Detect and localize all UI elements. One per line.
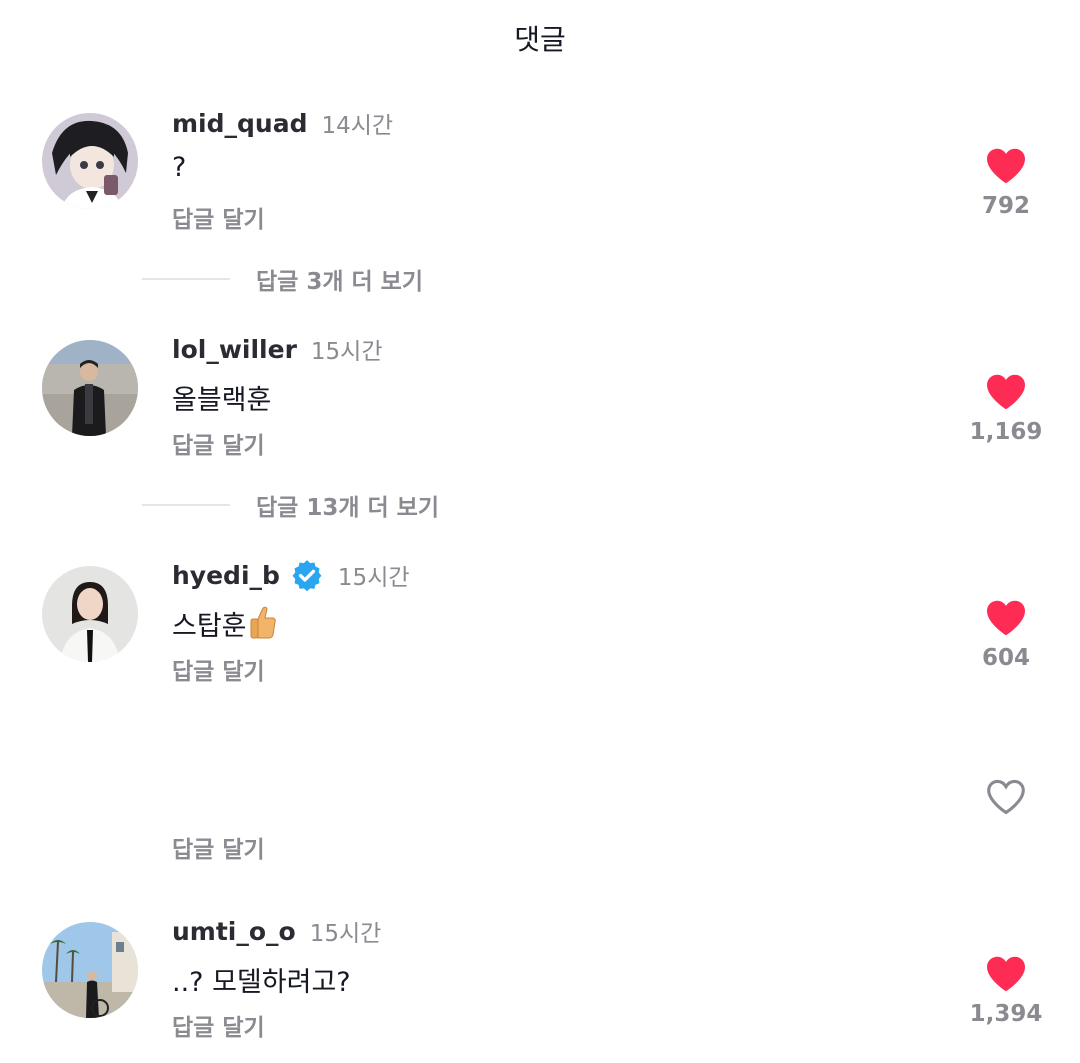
heart-outline-icon [987, 779, 1025, 815]
like-button[interactable] [966, 778, 1046, 816]
heart-icon [987, 374, 1025, 410]
comment-text: ? [172, 152, 187, 183]
like-button[interactable]: 792 [966, 147, 1046, 219]
comment-username[interactable]: mid_quad [172, 109, 307, 138]
avatar[interactable] [42, 340, 138, 436]
like-count: 604 [981, 645, 1030, 671]
view-more-replies-label[interactable]: 답글 13개 더 보기 [256, 488, 439, 522]
comment-time: 15시간 [310, 339, 383, 365]
comment-text: 스탑훈 [172, 604, 277, 643]
avatar[interactable] [42, 922, 138, 1018]
like-button[interactable]: 1,394 [966, 955, 1046, 1027]
reply-button[interactable]: 답글 달기 [172, 426, 265, 460]
view-more-replies[interactable]: 답글 3개 더 보기 [142, 262, 423, 296]
comments-sheet: 댓글 mid_quad 14시간 ? 답글 달기 792 답글 3개 더 보기 … [0, 0, 1080, 1063]
view-more-replies-label[interactable]: 답글 3개 더 보기 [256, 262, 423, 296]
comment-username[interactable]: umti_o_o [172, 917, 296, 946]
view-more-replies[interactable]: 답글 13개 더 보기 [142, 488, 439, 522]
comment-time: 15시간 [309, 921, 382, 947]
reply-button[interactable]: 답글 달기 [172, 200, 265, 234]
comment-text: 올블랙훈 [172, 385, 272, 416]
comment-username[interactable]: hyedi_b [172, 561, 280, 590]
like-count: 1,169 [969, 419, 1043, 445]
avatar[interactable] [42, 566, 138, 662]
heart-icon [987, 148, 1025, 184]
like-button[interactable]: 604 [966, 599, 1046, 671]
like-button[interactable]: 1,169 [966, 373, 1046, 445]
reply-button[interactable]: 답글 달기 [172, 652, 265, 686]
thumbs-up-emoji [250, 606, 276, 639]
comment-text: ..? 모델하려고? [172, 967, 351, 998]
divider [142, 278, 230, 280]
heart-icon [987, 956, 1025, 992]
divider [142, 504, 230, 506]
like-count: 1,394 [969, 1001, 1043, 1027]
reply-button[interactable]: 답글 달기 [172, 1008, 265, 1042]
avatar[interactable] [42, 113, 138, 209]
reply-button[interactable]: 답글 달기 [172, 830, 265, 864]
verified-badge-icon [292, 560, 322, 592]
like-count: 792 [981, 193, 1030, 219]
comment-time: 15시간 [337, 565, 410, 591]
comment-username[interactable]: lol_willer [172, 335, 297, 364]
comments-title: 댓글 [514, 23, 566, 56]
comment-time: 14시간 [321, 113, 394, 139]
heart-icon [987, 600, 1025, 636]
comment-text-body: 스탑훈 [172, 611, 247, 642]
